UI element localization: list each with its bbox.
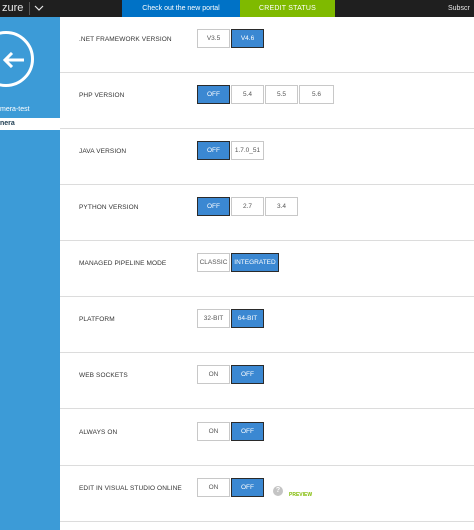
option-button[interactable]: OFF (231, 365, 264, 384)
azure-brand[interactable]: zure (0, 0, 23, 17)
setting-label: .NET FRAMEWORK VERSION (79, 36, 172, 43)
option-toggle-group: V3.5 V4.6 (197, 29, 265, 48)
setting-row: .NET FRAMEWORK VERSION V3.5 V4.6 (60, 17, 474, 73)
new-portal-link[interactable]: Check out the new portal (122, 0, 240, 17)
option-button[interactable]: ON (197, 422, 230, 441)
option-toggle-group: OFF 5.4 5.5 5.6 (197, 85, 335, 104)
setting-row: WEB SOCKETS ON OFF (60, 353, 474, 409)
setting-row: MANAGED PIPELINE MODE CLASSIC INTEGRATED (60, 241, 474, 297)
setting-label: EDIT IN VISUAL STUDIO ONLINE (79, 485, 182, 492)
option-toggle-group: ON OFF (197, 365, 265, 384)
option-button[interactable]: V3.5 (197, 29, 230, 48)
help-icon[interactable]: ? (273, 486, 283, 496)
chevron-down-icon[interactable] (34, 3, 44, 13)
option-button[interactable]: 5.4 (231, 85, 264, 104)
option-button[interactable]: 64-BIT (231, 309, 264, 328)
preview-badge: PREVIEW (289, 492, 313, 498)
brand-separator (29, 2, 30, 15)
sidebar: mera-test nera (0, 17, 60, 530)
arrow-left-icon (3, 52, 24, 68)
option-button[interactable]: 5.5 (265, 85, 298, 104)
option-button[interactable]: 5.6 (299, 85, 334, 104)
sidebar-item-site[interactable]: mera-test (0, 104, 60, 115)
sidebar-item-active[interactable]: nera (0, 118, 60, 130)
option-button[interactable]: 32-BIT (197, 309, 230, 328)
option-button[interactable]: CLASSIC (197, 253, 230, 272)
option-button[interactable]: ON (197, 478, 230, 497)
setting-label: MANAGED PIPELINE MODE (79, 260, 167, 267)
credit-status-link[interactable]: CREDIT STATUS (240, 0, 335, 17)
option-toggle-group: ON OFF (197, 422, 265, 441)
setting-row: ALWAYS ON ON OFF (60, 410, 474, 466)
subscriptions-menu[interactable]: Subscr (448, 0, 470, 17)
setting-label: PYTHON VERSION (79, 204, 139, 211)
option-button[interactable]: OFF (197, 85, 230, 104)
back-button[interactable] (0, 31, 34, 87)
option-toggle-group: ON OFF (197, 478, 265, 497)
top-bar: zure Check out the new portal CREDIT STA… (0, 0, 474, 17)
option-button[interactable]: OFF (197, 197, 230, 216)
option-toggle-group: OFF 2.7 3.4 (197, 197, 299, 216)
option-button[interactable]: 3.4 (265, 197, 298, 216)
setting-label: PLATFORM (79, 316, 115, 323)
setting-row: PYTHON VERSION OFF 2.7 3.4 (60, 185, 474, 241)
option-button[interactable]: 1.7.0_51 (231, 141, 264, 160)
setting-row: PLATFORM 32-BIT 64-BIT (60, 297, 474, 353)
option-toggle-group: 32-BIT 64-BIT (197, 309, 265, 328)
option-toggle-group: CLASSIC INTEGRATED (197, 253, 280, 272)
setting-row: JAVA VERSION OFF 1.7.0_51 (60, 129, 474, 185)
option-button[interactable]: V4.6 (231, 29, 264, 48)
setting-row: PHP VERSION OFF 5.4 5.5 5.6 (60, 73, 474, 129)
option-toggle-group: OFF 1.7.0_51 (197, 141, 265, 160)
option-button[interactable]: OFF (197, 141, 230, 160)
setting-label: ALWAYS ON (79, 429, 118, 436)
option-button[interactable]: OFF (231, 422, 264, 441)
option-button[interactable]: 2.7 (231, 197, 264, 216)
option-button[interactable]: OFF (231, 478, 264, 497)
setting-row: EDIT IN VISUAL STUDIO ONLINE ON OFF (60, 466, 474, 522)
option-button[interactable]: ON (197, 365, 230, 384)
setting-label: JAVA VERSION (79, 148, 127, 155)
option-button[interactable]: INTEGRATED (231, 253, 279, 272)
setting-label: PHP VERSION (79, 92, 125, 99)
setting-label: WEB SOCKETS (79, 372, 128, 379)
